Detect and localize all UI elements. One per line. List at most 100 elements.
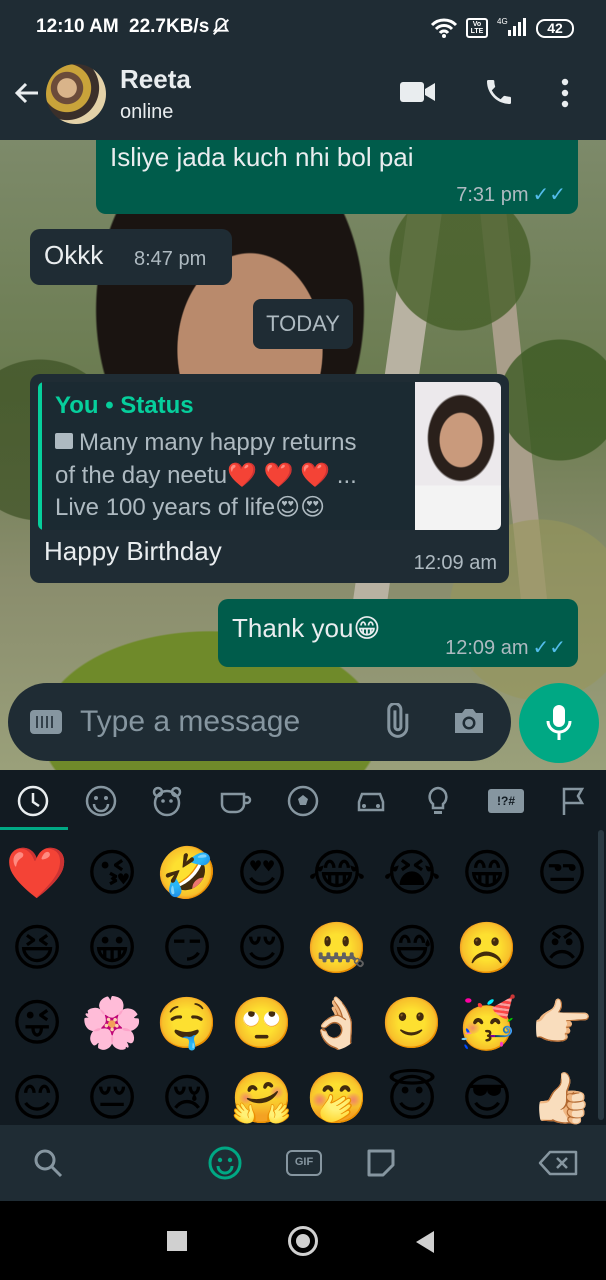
emoji-key[interactable]: 😠 bbox=[527, 913, 597, 983]
flags-category-icon[interactable] bbox=[556, 784, 590, 818]
message-time: 12:09 am bbox=[445, 637, 529, 659]
recent-clock-icon[interactable] bbox=[16, 784, 50, 818]
status-reply-quote[interactable]: You • Status Many many happy returns of … bbox=[38, 382, 501, 530]
back-arrow-icon[interactable] bbox=[12, 78, 42, 108]
emoji-key[interactable]: 😜 bbox=[2, 988, 72, 1058]
emoji-key[interactable]: 🥳 bbox=[452, 988, 522, 1058]
keyboard-bottom-bar: GIF bbox=[0, 1125, 606, 1201]
voice-record-button[interactable] bbox=[519, 683, 599, 763]
status-bar: 12:10 AM 22.7KB/s Vo LTE 4G 42 bbox=[0, 0, 606, 52]
emoji-key[interactable]: 😀 bbox=[77, 913, 147, 983]
emoji-key[interactable]: 😔 bbox=[77, 1063, 147, 1133]
reply-author: You • Status bbox=[55, 392, 194, 419]
keyboard-icon[interactable] bbox=[30, 710, 62, 734]
sticker-tab-icon[interactable] bbox=[364, 1146, 398, 1180]
more-options-icon[interactable] bbox=[560, 78, 570, 108]
network-type: 4G bbox=[497, 17, 508, 26]
message-text: Happy Birthday bbox=[44, 536, 222, 566]
emoji-key[interactable]: 😎 bbox=[452, 1063, 522, 1133]
message-composer bbox=[8, 683, 511, 761]
video-call-icon[interactable] bbox=[400, 80, 436, 104]
message-bubble-incoming[interactable]: You • Status Many many happy returns of … bbox=[30, 374, 509, 583]
emoji-key[interactable]: 🤤 bbox=[152, 988, 222, 1058]
attach-icon[interactable] bbox=[378, 703, 414, 739]
emoji-key[interactable]: 👌🏻 bbox=[302, 988, 372, 1058]
contact-avatar[interactable] bbox=[46, 64, 106, 124]
smiley-category-icon[interactable] bbox=[84, 784, 118, 818]
date-divider: TODAY bbox=[253, 299, 353, 349]
gif-tab[interactable]: GIF bbox=[286, 1150, 322, 1176]
emoji-key[interactable]: 🤐 bbox=[302, 913, 372, 983]
battery-indicator: 42 bbox=[536, 19, 574, 38]
network-speed: 22.7KB/s bbox=[129, 16, 210, 37]
message-text: Thank you😁 bbox=[232, 613, 381, 643]
emoji-key[interactable]: ☹️ bbox=[452, 913, 522, 983]
message-bubble-incoming[interactable]: Okkk 8:47 pm bbox=[30, 229, 232, 285]
chat-area[interactable]: Isliye jada kuch nhi bol pai 7:31 pm ✓✓ O… bbox=[0, 140, 606, 770]
emoji-key[interactable]: 😏 bbox=[152, 913, 222, 983]
emoji-key[interactable]: 🤗 bbox=[227, 1063, 297, 1133]
emoji-key[interactable]: 😢 bbox=[152, 1063, 222, 1133]
emoji-key[interactable]: 🤣 bbox=[152, 838, 222, 908]
emoji-key[interactable]: 🤭 bbox=[302, 1063, 372, 1133]
emoji-key[interactable]: 😅 bbox=[377, 913, 447, 983]
emoji-scrollbar[interactable] bbox=[598, 830, 604, 1120]
photo-icon bbox=[55, 433, 73, 449]
system-navigation-bar bbox=[0, 1201, 606, 1280]
message-input[interactable] bbox=[80, 699, 370, 745]
emoji-key[interactable]: 😁 bbox=[452, 838, 522, 908]
food-category-icon[interactable] bbox=[218, 784, 252, 818]
system-back-button[interactable] bbox=[416, 1231, 434, 1253]
symbols-category-icon[interactable]: !?# bbox=[488, 789, 524, 813]
emoji-key[interactable]: 😊 bbox=[2, 1063, 72, 1133]
chat-header: Reeta online bbox=[0, 46, 606, 140]
reply-line: Many many happy returns bbox=[55, 429, 356, 457]
message-text: Okkk bbox=[44, 240, 104, 270]
reply-line: of the day neetu❤️ ❤️ ❤️ ... bbox=[55, 462, 357, 489]
emoji-key[interactable]: 😇 bbox=[377, 1063, 447, 1133]
emoji-key[interactable]: 😍 bbox=[227, 838, 297, 908]
emoji-key[interactable]: 😘 bbox=[77, 838, 147, 908]
backspace-icon[interactable] bbox=[538, 1150, 578, 1176]
message-text: Isliye jada kuch nhi bol pai bbox=[110, 142, 414, 172]
active-category-indicator bbox=[0, 827, 68, 830]
home-button[interactable] bbox=[288, 1226, 318, 1256]
emoji-key[interactable]: 👉🏻 bbox=[527, 988, 597, 1058]
volte-badge: Vo LTE bbox=[466, 18, 488, 38]
emoji-tab-icon[interactable] bbox=[207, 1145, 243, 1181]
message-time: 7:31 pm bbox=[456, 184, 529, 206]
emoji-key[interactable]: 😭 bbox=[377, 838, 447, 908]
activity-category-icon[interactable] bbox=[286, 784, 320, 818]
notifications-off-icon bbox=[212, 17, 230, 35]
read-ticks-icon: ✓✓ bbox=[532, 637, 566, 659]
emoji-key[interactable]: 🙂 bbox=[377, 988, 447, 1058]
emoji-key[interactable]: 😆 bbox=[2, 913, 72, 983]
emoji-key[interactable]: 😂 bbox=[302, 838, 372, 908]
wifi-icon bbox=[430, 18, 458, 38]
message-time: 12:09 am bbox=[413, 552, 497, 574]
emoji-key[interactable]: ❤️ bbox=[2, 838, 72, 908]
message-meta: 12:09 am ✓✓ bbox=[445, 635, 566, 660]
recents-button[interactable] bbox=[167, 1231, 187, 1251]
status-thumbnail[interactable] bbox=[415, 382, 501, 530]
emoji-key[interactable]: 😒 bbox=[527, 838, 597, 908]
emoji-key[interactable]: 🙄 bbox=[227, 988, 297, 1058]
status-time: 12:10 AM bbox=[36, 16, 119, 37]
search-icon[interactable] bbox=[32, 1147, 64, 1179]
contact-name[interactable]: Reeta bbox=[120, 64, 191, 95]
voice-call-icon[interactable] bbox=[483, 76, 515, 108]
message-bubble-outgoing[interactable]: Thank you😁 12:09 am ✓✓ bbox=[218, 599, 578, 667]
travel-category-icon[interactable] bbox=[354, 784, 388, 818]
reply-line: Live 100 years of life😍😍 bbox=[55, 494, 326, 521]
objects-category-icon[interactable] bbox=[421, 784, 455, 818]
emoji-key[interactable]: 👍🏻 bbox=[527, 1063, 597, 1133]
reply-accent-bar bbox=[38, 382, 42, 530]
message-bubble-outgoing[interactable]: Isliye jada kuch nhi bol pai 7:31 pm ✓✓ bbox=[96, 140, 578, 214]
camera-icon[interactable] bbox=[451, 705, 487, 737]
microphone-icon bbox=[546, 705, 572, 740]
reply-text: Many many happy returns bbox=[79, 429, 357, 456]
signal-icon: 4G bbox=[497, 17, 526, 36]
emoji-key[interactable]: 🌸 bbox=[77, 988, 147, 1058]
emoji-key[interactable]: 😌 bbox=[227, 913, 297, 983]
animal-category-icon[interactable] bbox=[150, 784, 184, 818]
